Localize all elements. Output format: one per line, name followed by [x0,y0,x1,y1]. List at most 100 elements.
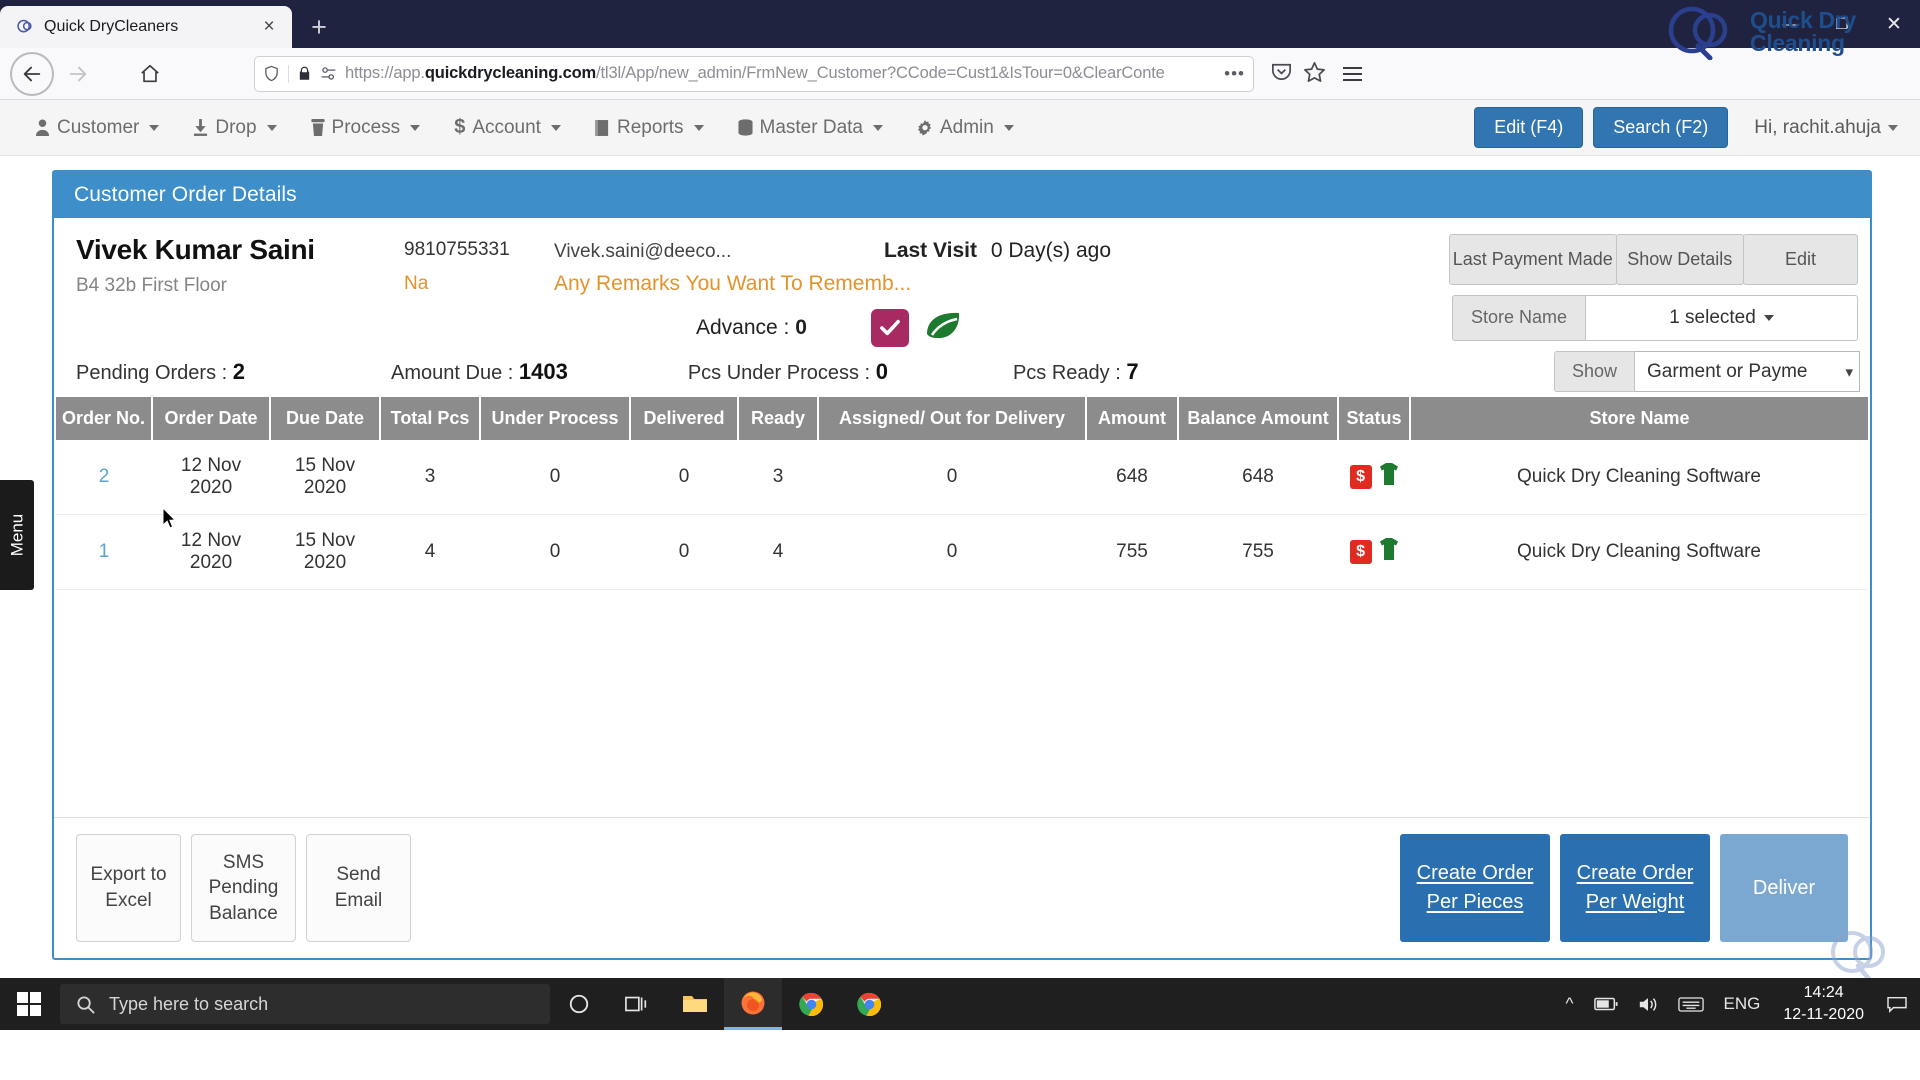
volume-icon[interactable] [1631,978,1665,1030]
orders-table-body: 2 12 Nov 2020 15 Nov 2020 3 0 0 3 0 648 … [56,440,1868,590]
order-no-link[interactable]: 1 [99,541,110,562]
keyboard-icon[interactable] [1671,978,1711,1030]
col-amount[interactable]: Amount [1086,397,1180,440]
nav-item-customer[interactable]: Customer [18,100,176,156]
clock-date: 12-11-2020 [1783,1006,1864,1023]
payment-due-icon[interactable]: $ [1349,540,1372,564]
battery-icon[interactable] [1587,978,1625,1030]
nav-item-account[interactable]: $ Account [437,100,578,156]
create-order-per-pieces-button[interactable]: Create Order Per Pieces [1400,834,1550,942]
table-row[interactable]: 1 12 Nov 2020 15 Nov 2020 4 0 0 4 0 755 … [56,514,1868,590]
minimize-icon[interactable]: — [1764,0,1816,48]
bookmark-star-icon[interactable] [1303,60,1326,88]
cell-order-no[interactable]: 1 [56,514,153,590]
order-no-link[interactable]: 2 [99,466,110,487]
edit-button[interactable]: Edit [1743,234,1858,285]
col-status[interactable]: Status [1338,397,1412,440]
table-row[interactable]: 2 12 Nov 2020 15 Nov 2020 3 0 0 3 0 648 … [56,440,1868,515]
customer-meta: Vivek.saini@deeco... Last Visit 0 Day(s)… [554,234,1450,347]
last-payment-made-button[interactable]: Last Payment Made [1449,234,1617,285]
chevron-down-icon [550,124,561,131]
new-tab-button[interactable]: + [298,6,340,48]
file-explorer-icon[interactable] [666,978,724,1030]
browser-tab[interactable]: Quick DryCleaners × [0,6,292,48]
cell-order-no[interactable]: 2 [56,440,153,515]
customer-badges [870,308,963,347]
garment-icon[interactable] [1379,463,1399,491]
shield-icon[interactable] [263,65,280,82]
col-order-no[interactable]: Order No. [56,397,154,440]
chrome-icon-2[interactable] [840,978,898,1030]
home-icon[interactable] [128,52,172,96]
status-icons: $ [1344,538,1404,566]
cortana-icon[interactable] [550,978,608,1030]
url-bar[interactable]: https://app.quickdrycleaning.com/tl3l/Ap… [254,55,1254,92]
col-ready[interactable]: Ready [738,397,820,440]
cell-due-date: 15 Nov 2020 [270,440,381,515]
show-filter-select[interactable]: Garment or Payme ▾ [1635,351,1860,392]
col-assigned-out-for-delivery[interactable]: Assigned/ Out for Delivery [818,397,1088,440]
cell-total-pcs: 4 [380,514,481,590]
start-icon[interactable] [0,978,58,1030]
customer-actions: Last Payment Made Show Details Edit Stor… [1449,234,1870,347]
page-actions-icon[interactable]: ••• [1224,64,1245,84]
taskbar-clock[interactable]: 14:24 12-11-2020 [1773,982,1874,1025]
cell-amount: 648 [1086,440,1179,515]
col-total-pcs[interactable]: Total Pcs [380,397,482,440]
customer-name: Vivek Kumar Saini [76,234,315,265]
col-store-name[interactable]: Store Name [1410,397,1868,440]
browser-menu-icon[interactable] [1332,54,1372,94]
side-menu-tab[interactable]: Menu [0,480,34,590]
col-under-process[interactable]: Under Process [480,397,632,440]
firefox-icon[interactable] [724,978,782,1030]
maximize-icon[interactable]: ❐ [1816,0,1868,48]
notifications-icon[interactable] [1880,978,1914,1030]
store-name-selector[interactable]: Store Name 1 selected [1450,295,1858,341]
col-due-date[interactable]: Due Date [270,397,382,440]
garment-icon[interactable] [1379,538,1399,566]
permissions-icon[interactable] [320,66,337,81]
payment-due-icon[interactable]: $ [1349,465,1372,489]
navbar-actions [1270,60,1326,88]
chevron-down-icon [266,124,277,131]
cell-amount: 755 [1086,514,1179,590]
window-close-icon[interactable]: ✕ [1868,0,1920,48]
table-header-row: Order No. Order Date Due Date Total Pcs … [56,397,1868,440]
nav-item-drop[interactable]: Drop [176,100,293,156]
user-greeting: Hi, rachit.ahuja [1754,116,1881,138]
show-filter-value: Garment or Payme [1647,360,1808,382]
close-icon[interactable]: × [256,14,282,40]
nav-item-reports[interactable]: Reports [578,100,721,156]
sms-pending-balance-button[interactable]: SMS Pending Balance [191,834,296,942]
stat-value: 7 [1126,359,1139,384]
show-filter[interactable]: Show Garment or Payme ▾ [1553,351,1860,392]
user-menu[interactable]: Hi, rachit.ahuja [1754,117,1898,139]
create-order-per-weight-button[interactable]: Create Order Per Weight [1560,834,1710,942]
back-icon[interactable] [10,52,54,96]
edit-f4-button[interactable]: Edit (F4) [1474,107,1584,148]
language-indicator[interactable]: ENG [1717,978,1768,1030]
col-delivered[interactable]: Delivered [630,397,740,440]
show-details-button[interactable]: Show Details [1615,234,1745,285]
nav-item-admin[interactable]: Admin [900,100,1031,156]
cell-status[interactable]: $ [1338,440,1411,515]
chrome-icon[interactable] [782,978,840,1030]
nav-item-process[interactable]: Process [294,100,438,156]
send-email-button[interactable]: Send Email [306,834,411,942]
search-f2-button[interactable]: Search (F2) [1593,107,1729,148]
store-name-dropdown[interactable]: 1 selected [1586,295,1858,341]
col-order-date[interactable]: Order Date [152,397,272,440]
col-balance-amount[interactable]: Balance Amount [1178,397,1340,440]
tray-expand-icon[interactable]: ^ [1559,978,1581,1030]
task-view-icon[interactable] [608,978,666,1030]
export-to-excel-button[interactable]: Export to Excel [76,834,181,942]
advance-amount: Advance : 0 [696,316,807,340]
nav-item-master-data[interactable]: Master Data [721,100,900,156]
url-text[interactable]: https://app.quickdrycleaning.com/tl3l/Ap… [345,64,1216,83]
pocket-icon[interactable] [1270,60,1293,88]
cell-ready: 3 [738,440,819,515]
lock-icon[interactable] [297,65,312,82]
dollar-icon: $ [454,116,466,138]
cell-status[interactable]: $ [1338,514,1411,590]
taskbar-search-box[interactable]: Type here to search [60,984,550,1024]
